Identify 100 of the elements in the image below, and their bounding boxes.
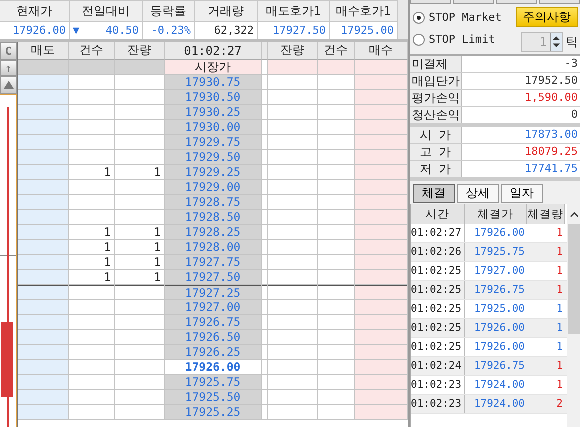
buy-order-cell[interactable] bbox=[355, 120, 408, 135]
price-cell[interactable]: 17926.50 bbox=[165, 330, 262, 345]
buy-order-cell[interactable] bbox=[355, 210, 408, 225]
quantity-cell bbox=[115, 315, 165, 330]
buy-order-cell[interactable] bbox=[355, 105, 408, 120]
price-cell[interactable]: 17925.75 bbox=[165, 375, 262, 390]
sell-order-cell[interactable] bbox=[18, 330, 69, 345]
price-cell[interactable]: 17925.25 bbox=[165, 405, 262, 420]
price-cell[interactable]: 17926.00 bbox=[165, 360, 262, 375]
count-cell bbox=[69, 180, 115, 195]
tab-edge[interactable] bbox=[410, 0, 451, 4]
price-cell[interactable]: 17926.25 bbox=[165, 345, 262, 360]
sell-order-cell[interactable] bbox=[18, 345, 69, 360]
quantity-cell: 1 bbox=[115, 255, 165, 270]
buy-order-cell[interactable] bbox=[355, 135, 408, 150]
sell-order-cell[interactable] bbox=[18, 135, 69, 150]
corner-button[interactable]: C bbox=[0, 42, 17, 60]
buy-order-cell[interactable] bbox=[355, 330, 408, 345]
sell-order-cell[interactable] bbox=[18, 285, 69, 300]
sell-order-cell[interactable] bbox=[18, 375, 69, 390]
buy-order-cell[interactable] bbox=[355, 240, 408, 255]
price-cell[interactable]: 17930.25 bbox=[165, 105, 262, 120]
buy-order-cell[interactable] bbox=[355, 315, 408, 330]
scroll-up-icon[interactable] bbox=[570, 212, 578, 218]
sell-order-cell[interactable] bbox=[18, 405, 69, 420]
tab-edge[interactable] bbox=[496, 0, 537, 4]
sell-order-cell[interactable] bbox=[18, 180, 69, 195]
price-cell[interactable]: 17925.50 bbox=[165, 390, 262, 405]
sell-order-cell[interactable] bbox=[18, 105, 69, 120]
quantity-cell bbox=[115, 75, 165, 90]
sell-order-cell[interactable] bbox=[18, 225, 69, 240]
price-cell[interactable]: 17928.00 bbox=[165, 240, 262, 255]
price-cell[interactable]: 17926.75 bbox=[165, 315, 262, 330]
tab-edge[interactable] bbox=[539, 0, 580, 4]
price-cell[interactable]: 17929.25 bbox=[165, 165, 262, 180]
tab[interactable]: 체결 bbox=[413, 184, 455, 203]
buy-order-cell[interactable] bbox=[355, 285, 408, 300]
grid-cell bbox=[69, 60, 115, 75]
column-header: 건수 bbox=[69, 42, 115, 60]
price-cell[interactable]: 17927.50 bbox=[165, 270, 262, 285]
sell-order-cell[interactable] bbox=[18, 210, 69, 225]
price-cell[interactable]: 17927.00 bbox=[165, 300, 262, 315]
count-cell bbox=[318, 390, 355, 405]
quantity-cell bbox=[115, 345, 165, 360]
tab[interactable]: 상세 bbox=[457, 184, 499, 203]
warning-button[interactable]: 주의사항 bbox=[516, 7, 578, 27]
buy-order-cell[interactable] bbox=[355, 90, 408, 105]
buy-order-cell[interactable] bbox=[355, 390, 408, 405]
price-cell[interactable]: 17929.50 bbox=[165, 150, 262, 165]
stop-radio[interactable]: STOP Limit bbox=[413, 33, 502, 46]
scroll-up-button[interactable]: ↑ bbox=[0, 60, 17, 76]
buy-order-cell[interactable] bbox=[355, 270, 408, 285]
buy-order-cell[interactable] bbox=[355, 195, 408, 210]
price-cell[interactable]: 17930.75 bbox=[165, 75, 262, 90]
sell-order-cell[interactable] bbox=[18, 150, 69, 165]
price-cell[interactable]: 17927.75 bbox=[165, 255, 262, 270]
buy-order-cell[interactable] bbox=[355, 75, 408, 90]
triangle-icon bbox=[4, 81, 14, 89]
buy-order-cell[interactable] bbox=[355, 180, 408, 195]
sell-order-cell[interactable] bbox=[18, 390, 69, 405]
price-cell[interactable]: 17930.00 bbox=[165, 120, 262, 135]
buy-order-cell[interactable] bbox=[355, 165, 408, 180]
info-value: 17873.00 bbox=[524, 127, 579, 143]
price-cell[interactable]: 17928.50 bbox=[165, 210, 262, 225]
price-cell[interactable]: 17928.75 bbox=[165, 195, 262, 210]
sell-order-cell[interactable] bbox=[18, 300, 69, 315]
sell-order-cell[interactable] bbox=[18, 165, 69, 180]
sell-order-cell[interactable] bbox=[18, 255, 69, 270]
sell-order-cell[interactable] bbox=[18, 75, 69, 90]
tab[interactable]: 일자 bbox=[501, 184, 543, 203]
column-header: 체결량 bbox=[527, 204, 565, 224]
sell-order-cell[interactable] bbox=[18, 195, 69, 210]
sell-order-cell[interactable] bbox=[18, 240, 69, 255]
buy-order-cell[interactable] bbox=[355, 225, 408, 240]
sell-order-cell[interactable] bbox=[18, 90, 69, 105]
price-cell[interactable]: 17929.75 bbox=[165, 135, 262, 150]
price-cell[interactable]: 17930.50 bbox=[165, 90, 262, 105]
quantity-cell-text: 1 bbox=[556, 379, 564, 391]
count-cell bbox=[318, 90, 355, 105]
price-cell[interactable]: 17929.00 bbox=[165, 180, 262, 195]
buy-order-cell[interactable] bbox=[355, 255, 408, 270]
triangle-button[interactable] bbox=[0, 76, 17, 94]
quantity-cell bbox=[268, 75, 318, 90]
buy-order-cell[interactable] bbox=[355, 150, 408, 165]
tick-spinner[interactable]: 1 bbox=[521, 32, 563, 52]
sell-order-cell[interactable] bbox=[18, 120, 69, 135]
buy-order-cell[interactable] bbox=[355, 300, 408, 315]
buy-order-cell[interactable] bbox=[355, 345, 408, 360]
sell-order-cell[interactable] bbox=[18, 270, 69, 285]
count-cell bbox=[318, 285, 355, 300]
tab-edge[interactable] bbox=[453, 0, 494, 4]
price-cell[interactable]: 17927.25 bbox=[165, 285, 262, 300]
buy-order-cell[interactable] bbox=[355, 360, 408, 375]
buy-order-cell[interactable] bbox=[355, 375, 408, 390]
sell-order-cell[interactable] bbox=[18, 315, 69, 330]
price-cell[interactable]: 17928.25 bbox=[165, 225, 262, 240]
market-price-label[interactable]: 시장가 bbox=[165, 60, 262, 75]
stop-radio[interactable]: STOP Market bbox=[413, 11, 502, 24]
buy-order-cell[interactable] bbox=[355, 405, 408, 420]
sell-order-cell[interactable] bbox=[18, 360, 69, 375]
